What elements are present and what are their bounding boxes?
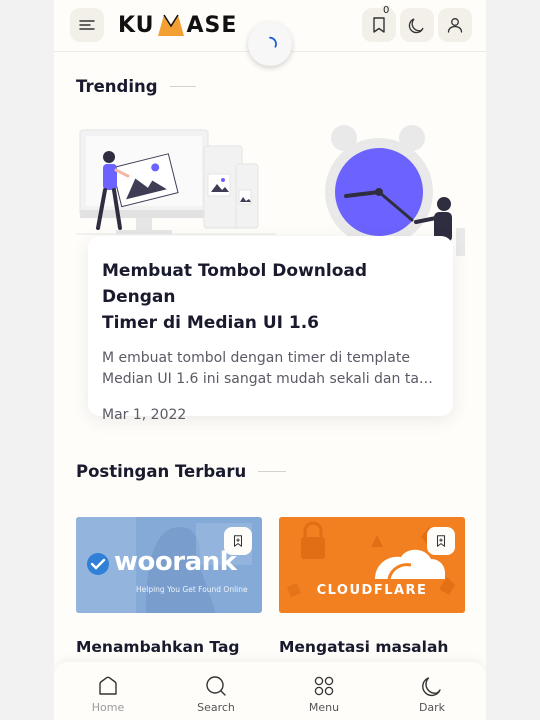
bookmark-button[interactable]: 0 [362, 5, 396, 42]
post-thumbnail-cloudflare[interactable]: CLOUDFLARE [279, 517, 465, 613]
bookmark-count-badge: 0 [380, 5, 393, 16]
trending-post-card[interactable]: Membuat Tombol Download Dengan Timer di … [88, 236, 453, 423]
trending-post-date: Mar 1, 2022 [102, 407, 187, 423]
excerpt-line: M embuat tombol dengan timer di template [102, 350, 410, 366]
latest-title-text: Postingan Terbaru [76, 462, 247, 481]
logo-text-right: ASE [186, 12, 238, 38]
moon-icon [408, 18, 424, 34]
nav-item-search[interactable]: Search [162, 662, 270, 720]
profile-button[interactable] [438, 8, 472, 42]
post-title-line: Membuat Tombol Download Dengan [102, 261, 368, 307]
latest-section-title: Postingan Terbaru [76, 462, 287, 481]
dark-mode-button[interactable] [400, 8, 434, 42]
nav-label-home: Home [91, 701, 125, 714]
page: KU ASE 0 Trending Membuat Tombol Downloa… [54, 0, 486, 720]
menu-toggle-button[interactable] [70, 8, 104, 42]
bottom-navigation: Home Search Menu Dark [54, 662, 486, 720]
cloudflare-logo-text: CLOUDFLARE [316, 583, 428, 598]
home-icon [99, 676, 117, 695]
post-bookmark-button[interactable] [224, 527, 252, 555]
logo-mark-icon [157, 14, 184, 36]
bookmark-icon [373, 17, 385, 33]
bookmark-add-icon [436, 535, 446, 547]
title-divider [169, 86, 196, 87]
woorank-tagline: Helping You Get Found Online [136, 585, 248, 594]
woorank-logo-text: woorank [114, 547, 237, 577]
bookmark-add-icon [233, 535, 243, 547]
grid-icon [314, 676, 334, 696]
trending-post-excerpt: M embuat tombol dengan timer di template… [102, 348, 439, 390]
logo-text-left: KU [118, 12, 155, 38]
site-logo[interactable]: KU ASE [118, 11, 237, 39]
post-bookmark-button[interactable] [427, 527, 455, 555]
post-title-link[interactable]: Mengatasi masalah [279, 638, 448, 656]
post-title-link[interactable]: Menambahkan Tag [76, 638, 240, 656]
nav-item-menu[interactable]: Menu [270, 662, 378, 720]
nav-label-dark: Dark [418, 701, 446, 714]
user-icon [447, 18, 463, 33]
hamburger-icon [79, 20, 95, 30]
post-title-line: Timer di Median UI 1.6 [102, 313, 319, 333]
excerpt-line: Median UI 1.6 ini sangat mudah sekali da… [102, 371, 439, 387]
post-thumbnail-woorank[interactable]: woorank Helping You Get Found Online [76, 517, 262, 613]
nav-item-home[interactable]: Home [54, 662, 162, 720]
search-icon [206, 676, 226, 696]
spinner-icon [269, 36, 277, 48]
loading-spinner [248, 22, 292, 66]
trending-section-title: Trending [76, 77, 196, 96]
moon-icon [422, 677, 441, 697]
nav-item-dark[interactable]: Dark [378, 662, 486, 720]
nav-label-menu: Menu [308, 701, 340, 714]
nav-label-search: Search [197, 701, 235, 714]
title-divider [258, 471, 287, 472]
trending-title-text: Trending [76, 77, 158, 96]
trending-post-title[interactable]: Membuat Tombol Download Dengan Timer di … [102, 258, 439, 336]
